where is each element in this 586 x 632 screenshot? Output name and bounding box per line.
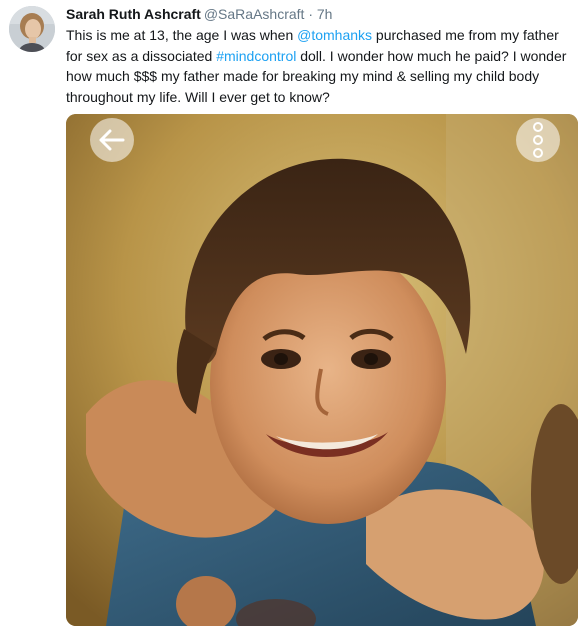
separator-dot: · [304,6,317,22]
avatar-image [9,6,55,52]
tweet-header: Sarah Ruth Ashcraft @SaRaAshcraft · 7h [66,5,332,23]
hashtag-link[interactable]: #mindcontrol [216,48,296,64]
back-button[interactable] [90,118,134,162]
more-vertical-icon [533,122,543,158]
mention-link[interactable]: @tomhanks [297,27,372,43]
photo-image [66,114,578,626]
timestamp[interactable]: 7h [317,6,333,22]
tweet-text: This is me at 13, the age I was when @to… [66,25,578,107]
arrow-left-icon [99,129,125,151]
user-handle[interactable]: @SaRaAshcraft [204,6,305,22]
avatar[interactable] [9,6,55,52]
tweet[interactable]: Sarah Ruth Ashcraft @SaRaAshcraft · 7h Th… [0,0,586,632]
display-name[interactable]: Sarah Ruth Ashcraft [66,6,201,22]
more-options-button[interactable] [516,118,560,162]
tweet-text-part: This is me at 13, the age I was when [66,27,298,43]
tweet-photo[interactable] [66,114,578,626]
